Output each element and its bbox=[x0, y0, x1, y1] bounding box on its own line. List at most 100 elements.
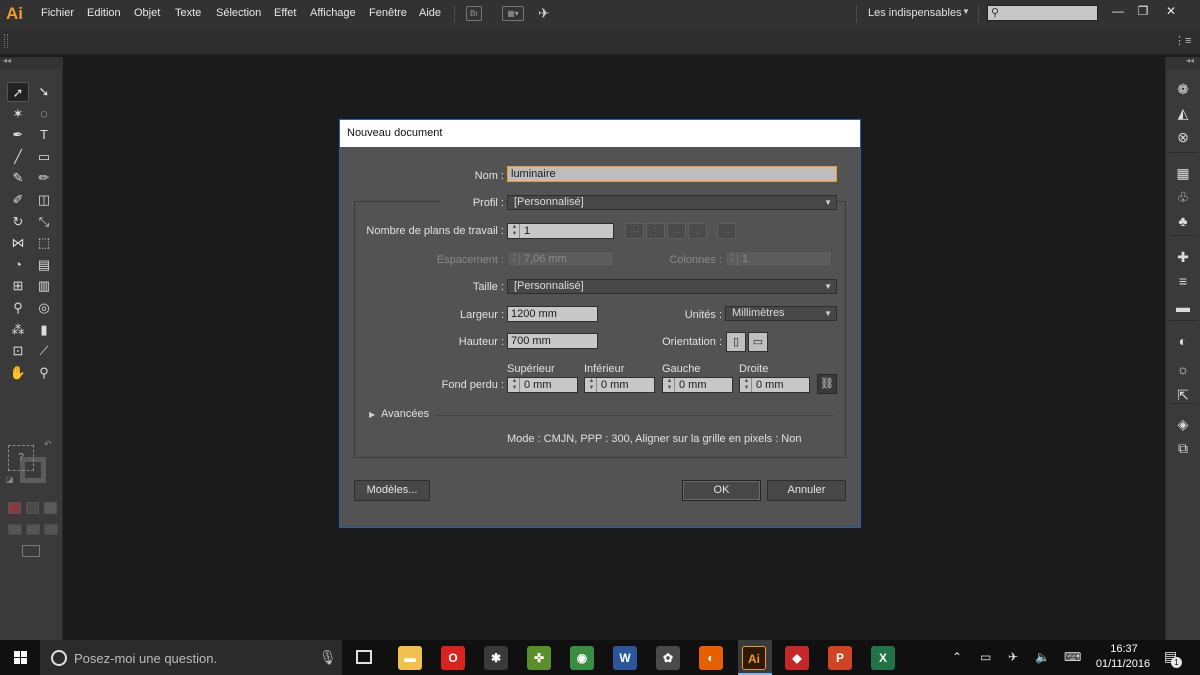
menu-fenetre[interactable]: Fenêtre bbox=[369, 7, 407, 19]
column-graph-tool-icon[interactable]: ▮ bbox=[33, 320, 55, 340]
chart-tool-icon[interactable]: ▤ bbox=[33, 255, 55, 275]
lasso-tool-icon[interactable]: ◌ bbox=[33, 104, 55, 124]
stepper-icon[interactable]: ▲ ▼ bbox=[510, 224, 520, 238]
control-bar-grip[interactable] bbox=[4, 34, 8, 48]
app-3-icon[interactable]: ✱ bbox=[484, 646, 508, 670]
artboard-tool-icon[interactable]: ⊡ bbox=[7, 341, 29, 361]
color-icon[interactable]: ❁ bbox=[1173, 79, 1193, 99]
shape-builder-tool-icon[interactable]: ◔ bbox=[7, 255, 29, 275]
powerpoint-icon[interactable]: P bbox=[828, 646, 852, 670]
width-field[interactable]: 1200 mm bbox=[507, 306, 598, 322]
hand-tool-icon[interactable]: ✋ bbox=[7, 363, 29, 383]
microphone-icon[interactable]: 🎙 bbox=[319, 649, 337, 666]
battery-icon[interactable]: ▭ bbox=[980, 650, 991, 664]
link-bleed-icon[interactable]: ⛓ bbox=[817, 374, 837, 394]
free-transform-tool-icon[interactable]: ⬚ bbox=[33, 233, 55, 253]
cancel-button[interactable]: Annuler bbox=[767, 480, 846, 501]
workspace-switcher[interactable]: Les indispensables bbox=[868, 7, 962, 19]
fill-stroke-widget[interactable]: ? ↶ ◪ bbox=[6, 439, 52, 485]
menu-aide[interactable]: Aide bbox=[419, 7, 441, 19]
word-icon[interactable]: W bbox=[613, 646, 637, 670]
swap-fill-stroke-icon[interactable]: ↶ bbox=[44, 439, 52, 450]
mesh-tool-icon[interactable]: ⊞ bbox=[7, 276, 29, 296]
task-view-icon[interactable] bbox=[356, 650, 372, 664]
bleed-top-field[interactable]: ▲ ▼ 0 mm bbox=[507, 377, 578, 393]
stepper-icon[interactable]: ▲ ▼ bbox=[587, 378, 597, 392]
collapse-icon[interactable]: ◂◂ bbox=[3, 56, 11, 65]
app-4-icon[interactable]: ✜ bbox=[527, 646, 551, 670]
screen-mode-icon[interactable] bbox=[22, 545, 40, 557]
rectangle-tool-icon[interactable]: ▭ bbox=[33, 147, 55, 167]
bleed-left-field[interactable]: ▲ ▼ 0 mm bbox=[662, 377, 733, 393]
color-guide-icon[interactable]: ◭ bbox=[1173, 103, 1193, 123]
expand-icon[interactable]: ◂◂ bbox=[1186, 56, 1194, 65]
stroke-icon[interactable]: ≡ bbox=[1173, 271, 1193, 291]
magic-wand-tool-icon[interactable]: ✶ bbox=[7, 104, 29, 124]
menu-selection[interactable]: Sélection bbox=[216, 7, 261, 19]
symbols-icon[interactable]: ▦ bbox=[1173, 163, 1193, 183]
zoom-tool-icon[interactable]: ⚲ bbox=[33, 363, 55, 383]
blend-tool-icon[interactable]: ◎ bbox=[33, 298, 55, 318]
keyboard-icon[interactable]: ⌨ bbox=[1064, 650, 1081, 664]
draw-behind-icon[interactable] bbox=[26, 524, 40, 535]
bridge-icon[interactable]: Br bbox=[466, 6, 482, 21]
windows-start-icon[interactable] bbox=[14, 651, 28, 665]
menu-objet[interactable]: Objet bbox=[134, 7, 160, 19]
profile-dropdown[interactable]: [Personnalisé] ▼ bbox=[507, 195, 837, 210]
gradient-icon[interactable]: ▬ bbox=[1173, 297, 1193, 317]
restore-button[interactable]: ❐ bbox=[1133, 4, 1153, 18]
color-mode-icon[interactable] bbox=[8, 502, 21, 514]
draw-normal-icon[interactable] bbox=[8, 524, 22, 535]
chevron-up-icon[interactable]: ⌃ bbox=[952, 650, 962, 664]
dialog-titlebar[interactable]: Nouveau document bbox=[340, 120, 860, 147]
menu-effet[interactable]: Effet bbox=[274, 7, 296, 19]
cortana-search-box[interactable]: Posez-moi une question. 🎙 bbox=[40, 640, 342, 675]
gpu-performance-icon[interactable]: ✈ bbox=[538, 5, 550, 22]
libraries-icon[interactable]: ✚ bbox=[1173, 247, 1193, 267]
ok-button[interactable]: OK bbox=[682, 480, 761, 501]
layers-icon[interactable]: ◈ bbox=[1173, 414, 1193, 434]
menu-fichier[interactable]: Fichier bbox=[41, 7, 74, 19]
fill-swatch[interactable]: ? bbox=[8, 445, 34, 471]
menu-edition[interactable]: Edition bbox=[87, 7, 121, 19]
eyedropper-tool-icon[interactable]: ⚲ bbox=[7, 298, 29, 318]
artboards-field[interactable]: ▲ ▼ 1 bbox=[507, 223, 614, 239]
app-7-icon[interactable]: ✿ bbox=[656, 646, 680, 670]
units-dropdown[interactable]: Millimètres ▼ bbox=[725, 306, 837, 321]
opera-icon[interactable]: O bbox=[441, 646, 465, 670]
paintbrush-tool-icon[interactable]: ✎ bbox=[7, 168, 29, 188]
slice-tool-icon[interactable]: ⟋ bbox=[33, 341, 55, 361]
rotate-tool-icon[interactable]: ↻ bbox=[7, 212, 29, 232]
height-field[interactable]: 700 mm bbox=[507, 333, 598, 349]
clock-time[interactable]: 16:37 bbox=[1100, 643, 1148, 655]
expand-advanced-icon[interactable]: ▶ bbox=[369, 410, 375, 419]
bleed-bottom-field[interactable]: ▲ ▼ 0 mm bbox=[584, 377, 655, 393]
landscape-orientation-icon[interactable]: ▭ bbox=[748, 332, 768, 352]
chrome-icon[interactable]: ◉ bbox=[570, 646, 594, 670]
stepper-icon[interactable]: ▲ ▼ bbox=[510, 378, 520, 392]
toolbox-grip[interactable]: ◂◂ bbox=[0, 56, 63, 69]
volume-icon[interactable]: 🔈 bbox=[1035, 650, 1050, 664]
graphic-styles-icon[interactable]: ♣ bbox=[1173, 211, 1193, 231]
symbol-sprayer-tool-icon[interactable]: ⁂ bbox=[7, 320, 29, 340]
pen-tool-icon[interactable]: ✒ bbox=[7, 125, 29, 145]
chevron-down-icon[interactable]: ▼ bbox=[962, 7, 970, 16]
eraser-tool-icon[interactable]: ◫ bbox=[33, 190, 55, 210]
swatches-icon[interactable]: ♧ bbox=[1173, 187, 1193, 207]
panel-dock-grip[interactable]: ◂◂ bbox=[1166, 56, 1200, 69]
none-mode-icon[interactable] bbox=[44, 502, 57, 514]
templates-button[interactable]: Modèles... bbox=[354, 480, 430, 501]
file-explorer-icon[interactable]: ▬ bbox=[398, 646, 422, 670]
menu-texte[interactable]: Texte bbox=[175, 7, 201, 19]
panel-menu-icon[interactable]: ⋮≡ bbox=[1174, 34, 1191, 47]
appearance-icon[interactable]: ☼ bbox=[1173, 359, 1193, 379]
excel-icon[interactable]: X bbox=[871, 646, 895, 670]
close-button[interactable]: ✕ bbox=[1161, 4, 1181, 18]
gradient-mode-icon[interactable] bbox=[26, 502, 39, 514]
advanced-toggle[interactable]: Avancées bbox=[381, 408, 429, 420]
arrange-documents-icon[interactable]: ▦▾ bbox=[502, 6, 524, 21]
artboards-icon[interactable]: ⧉ bbox=[1173, 438, 1193, 458]
scale-tool-icon[interactable]: ⤡ bbox=[33, 212, 55, 232]
size-dropdown[interactable]: [Personnalisé] ▼ bbox=[507, 279, 837, 294]
blob-brush-tool-icon[interactable]: ✐ bbox=[7, 190, 29, 210]
